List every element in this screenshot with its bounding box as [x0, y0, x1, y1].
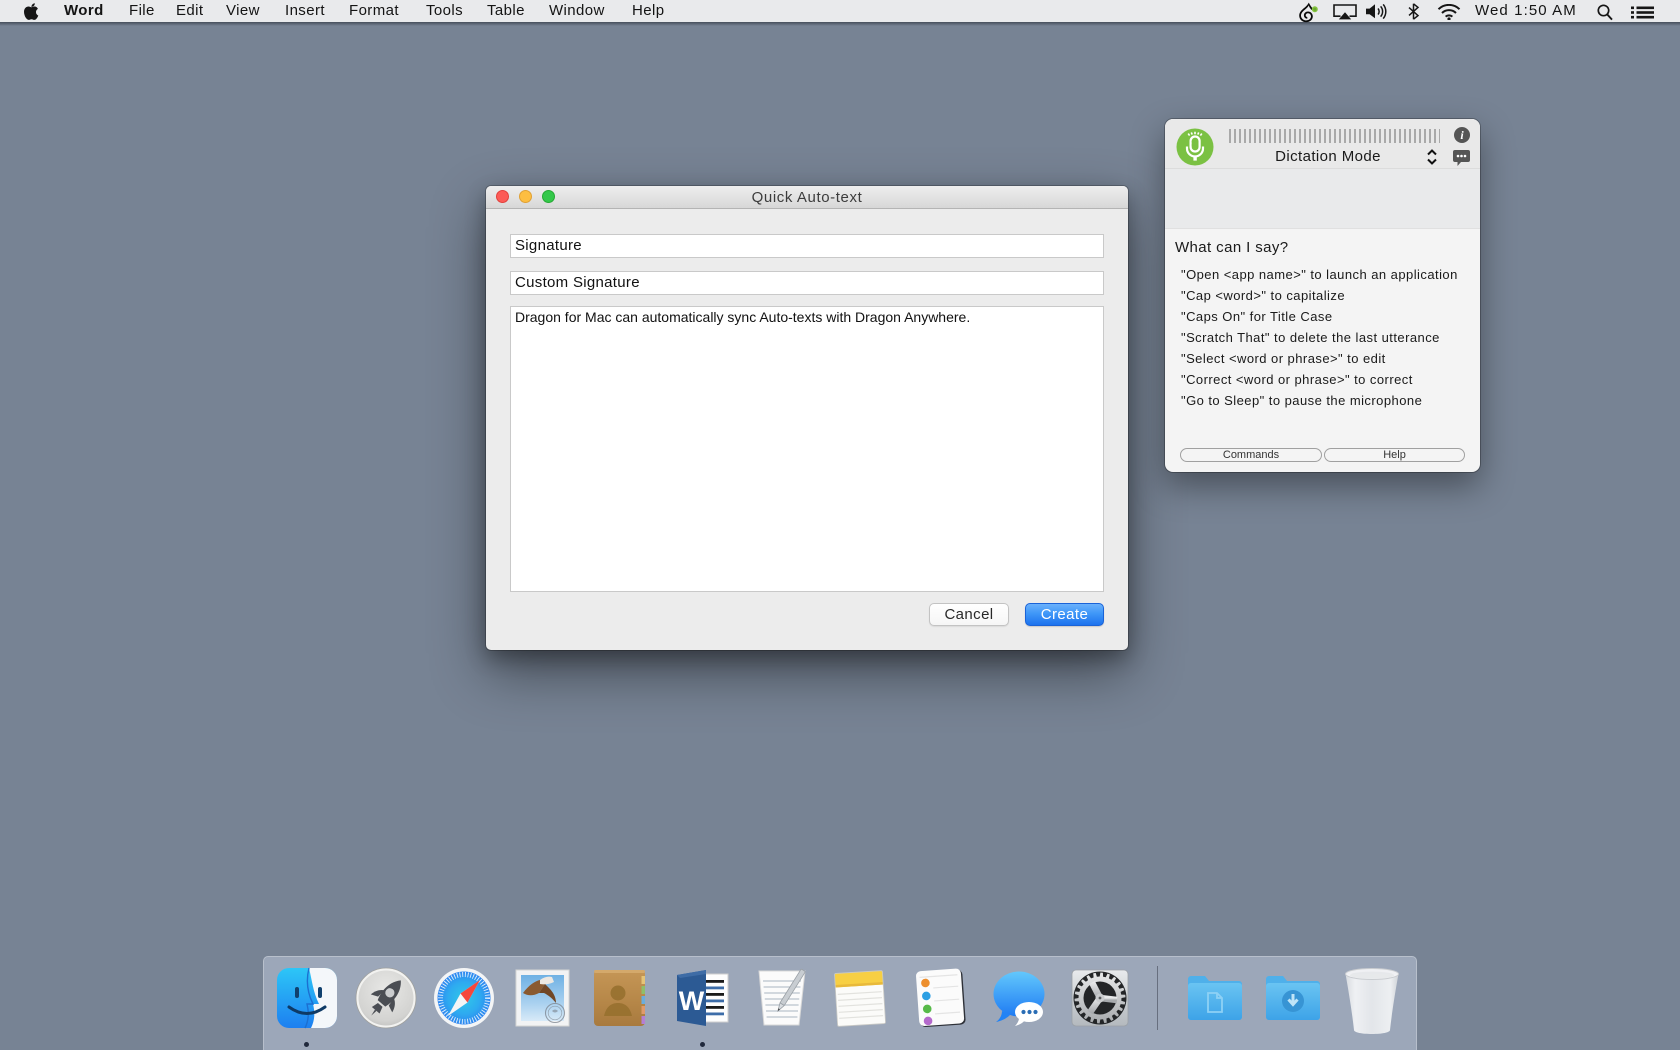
svg-text:W: W: [679, 986, 705, 1016]
